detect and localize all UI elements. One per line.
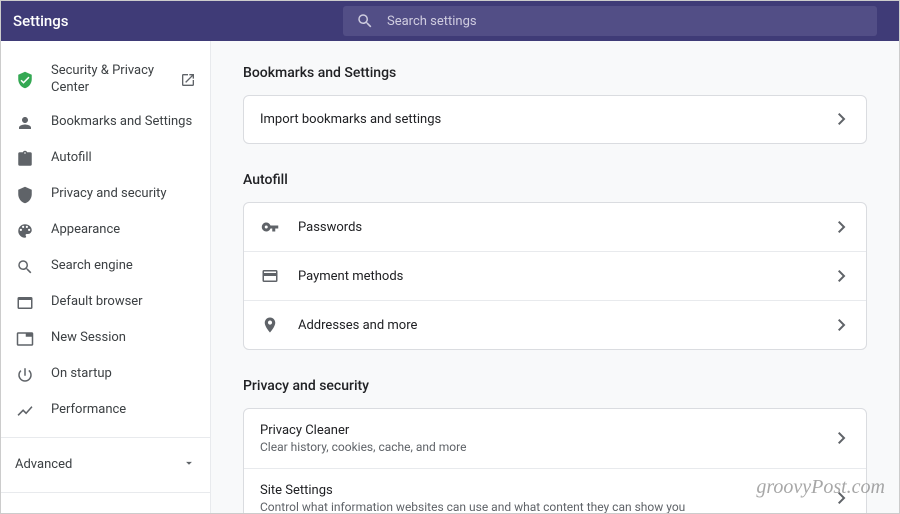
- location-icon: [260, 315, 280, 335]
- external-link-icon: [180, 511, 196, 513]
- divider: [1, 437, 210, 438]
- chevron-right-icon: [838, 110, 850, 129]
- chevron-right-icon: [838, 489, 850, 508]
- sidebar-item-new-session[interactable]: New Session: [1, 321, 210, 357]
- main-content: Bookmarks and Settings Import bookmarks …: [211, 41, 899, 513]
- row-sublabel: Clear history, cookies, cache, and more: [260, 440, 820, 454]
- sidebar-item-on-startup[interactable]: On startup: [1, 357, 210, 393]
- row-addresses[interactable]: Addresses and more: [244, 301, 866, 349]
- key-icon: [260, 217, 280, 237]
- sidebar-item-label: Privacy and security: [51, 186, 167, 203]
- header: Settings: [1, 1, 899, 41]
- section-title-autofill: Autofill: [243, 172, 867, 188]
- row-label: Payment methods: [298, 269, 820, 284]
- section-title-bookmarks: Bookmarks and Settings: [243, 65, 867, 81]
- sidebar-item-appearance[interactable]: Appearance: [1, 213, 210, 249]
- person-icon: [15, 113, 35, 133]
- row-privacy-cleaner[interactable]: Privacy Cleaner Clear history, cookies, …: [244, 409, 866, 469]
- row-passwords[interactable]: Passwords: [244, 203, 866, 252]
- row-label: Passwords: [298, 220, 820, 235]
- chevron-right-icon: [838, 429, 850, 448]
- card-bookmarks: Import bookmarks and settings: [243, 95, 867, 144]
- sidebar-item-label: New Session: [51, 330, 126, 347]
- advanced-label: Advanced: [15, 457, 72, 472]
- section-title-privacy: Privacy and security: [243, 378, 867, 394]
- sidebar-item-label: Performance: [51, 402, 126, 419]
- sidebar-item-label: On startup: [51, 366, 112, 383]
- sidebar-item-privacy[interactable]: Privacy and security: [1, 177, 210, 213]
- sidebar-advanced-toggle[interactable]: Advanced: [1, 446, 210, 484]
- search-box[interactable]: [343, 6, 877, 36]
- row-label: Site Settings: [260, 483, 820, 498]
- card-privacy: Privacy Cleaner Clear history, cookies, …: [243, 408, 867, 513]
- search-icon: [355, 11, 375, 31]
- clipboard-icon: [15, 149, 35, 169]
- credit-card-icon: [260, 266, 280, 286]
- row-payment-methods[interactable]: Payment methods: [244, 252, 866, 301]
- sidebar-item-bookmarks[interactable]: Bookmarks and Settings: [1, 105, 210, 141]
- row-site-settings[interactable]: Site Settings Control what information w…: [244, 469, 866, 513]
- palette-icon: [15, 221, 35, 241]
- sidebar-item-default-browser[interactable]: Default browser: [1, 285, 210, 321]
- chart-line-icon: [15, 401, 35, 421]
- sidebar-extensions[interactable]: Extensions: [1, 501, 210, 513]
- sidebar-item-search-engine[interactable]: Search engine: [1, 249, 210, 285]
- row-import-bookmarks[interactable]: Import bookmarks and settings: [244, 96, 866, 143]
- search-input[interactable]: [387, 14, 865, 29]
- row-label: Addresses and more: [298, 318, 820, 333]
- chevron-right-icon: [838, 316, 850, 335]
- sidebar-item-label: Bookmarks and Settings: [51, 114, 192, 131]
- power-icon: [15, 365, 35, 385]
- chevron-right-icon: [838, 267, 850, 286]
- divider: [1, 492, 210, 493]
- sidebar-item-label: Search engine: [51, 258, 133, 275]
- sidebar-item-label: Security & Privacy Center: [51, 63, 164, 97]
- sidebar-item-label: Appearance: [51, 222, 120, 239]
- row-sublabel: Control what information websites can us…: [260, 500, 820, 513]
- row-label: Import bookmarks and settings: [260, 112, 820, 127]
- tab-icon: [15, 329, 35, 349]
- sidebar-item-autofill[interactable]: Autofill: [1, 141, 210, 177]
- row-label: Privacy Cleaner: [260, 423, 820, 438]
- page-title: Settings: [13, 12, 343, 30]
- sidebar-item-performance[interactable]: Performance: [1, 393, 210, 429]
- chevron-right-icon: [838, 218, 850, 237]
- browser-icon: [15, 293, 35, 313]
- sidebar-item-label: Autofill: [51, 150, 92, 167]
- sidebar-item-label: Default browser: [51, 294, 143, 311]
- chevron-down-icon: [182, 456, 196, 474]
- shield-check-icon: [15, 70, 35, 90]
- shield-icon: [15, 185, 35, 205]
- external-link-icon: [180, 72, 196, 88]
- sidebar-item-security-privacy-center[interactable]: Security & Privacy Center: [1, 55, 210, 105]
- card-autofill: Passwords Payment methods Addresses and …: [243, 202, 867, 350]
- sidebar: Security & Privacy Center Bookmarks and …: [1, 41, 211, 513]
- search-icon: [15, 257, 35, 277]
